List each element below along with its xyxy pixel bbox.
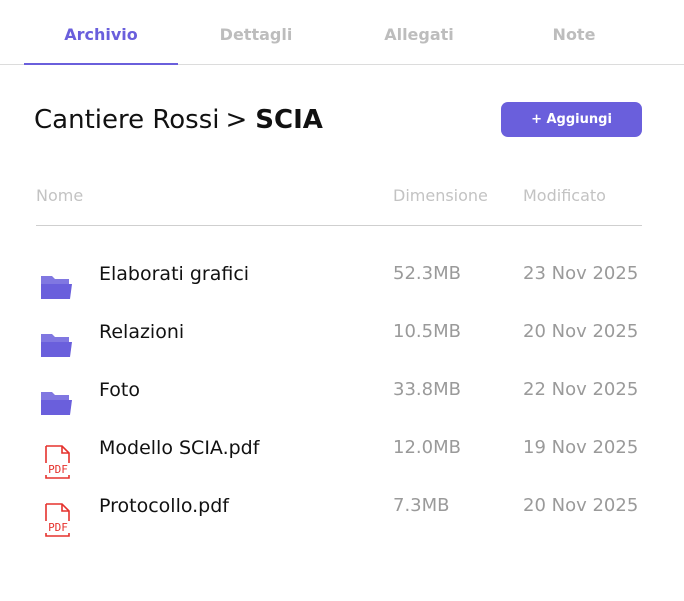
file-name[interactable]: Foto	[99, 373, 140, 407]
pdf-icon-label: PDF	[48, 521, 68, 534]
tab-allegati[interactable]: Allegati	[334, 0, 504, 64]
breadcrumb-current: SCIA	[255, 105, 323, 135]
pdf-icon-label: PDF	[48, 463, 68, 476]
table-row[interactable]: Foto 33.8MB 22 Nov 2025	[0, 373, 684, 431]
file-modified-date: 20 Nov 2025	[523, 495, 639, 516]
table-row[interactable]: PDF Protocollo.pdf 7.3MB 20 Nov 2025	[0, 489, 684, 547]
table-row[interactable]: PDF Modello SCIA.pdf 12.0MB 19 Nov 2025	[0, 431, 684, 489]
column-header-modified[interactable]: Modificato	[523, 184, 606, 208]
folder-icon	[41, 392, 72, 415]
breadcrumb: Cantiere Rossi > SCIA	[34, 100, 323, 140]
file-size: 12.0MB	[393, 437, 461, 458]
breadcrumb-separator: >	[225, 105, 248, 135]
file-modified-date: 23 Nov 2025	[523, 263, 639, 284]
add-button[interactable]: + Aggiungi	[501, 102, 642, 137]
file-name[interactable]: Relazioni	[99, 315, 184, 349]
tab-bar: Archivio Dettagli Allegati Note	[0, 0, 684, 65]
tab-note[interactable]: Note	[504, 0, 644, 64]
table-header-divider	[36, 225, 642, 226]
file-name[interactable]: Protocollo.pdf	[99, 489, 229, 523]
file-modified-date: 19 Nov 2025	[523, 437, 639, 458]
file-size: 7.3MB	[393, 495, 450, 516]
breadcrumb-parent[interactable]: Cantiere Rossi	[34, 105, 219, 135]
column-header-size[interactable]: Dimensione	[393, 184, 488, 208]
file-name[interactable]: Elaborati grafici	[99, 257, 249, 291]
folder-icon	[41, 334, 72, 357]
folder-icon	[41, 276, 72, 299]
table-row[interactable]: Relazioni 10.5MB 20 Nov 2025	[0, 315, 684, 373]
file-size: 33.8MB	[393, 379, 461, 400]
tab-archivio[interactable]: Archivio	[24, 0, 178, 65]
column-header-name[interactable]: Nome	[36, 184, 83, 208]
pdf-file-icon: PDF	[45, 445, 70, 479]
file-modified-date: 22 Nov 2025	[523, 379, 639, 400]
tab-dettagli[interactable]: Dettagli	[178, 0, 334, 64]
pdf-file-icon: PDF	[45, 503, 70, 537]
table-row[interactable]: Elaborati grafici 52.3MB 23 Nov 2025	[0, 257, 684, 315]
file-name[interactable]: Modello SCIA.pdf	[99, 431, 259, 465]
file-modified-date: 20 Nov 2025	[523, 321, 639, 342]
file-size: 52.3MB	[393, 263, 461, 284]
file-size: 10.5MB	[393, 321, 461, 342]
